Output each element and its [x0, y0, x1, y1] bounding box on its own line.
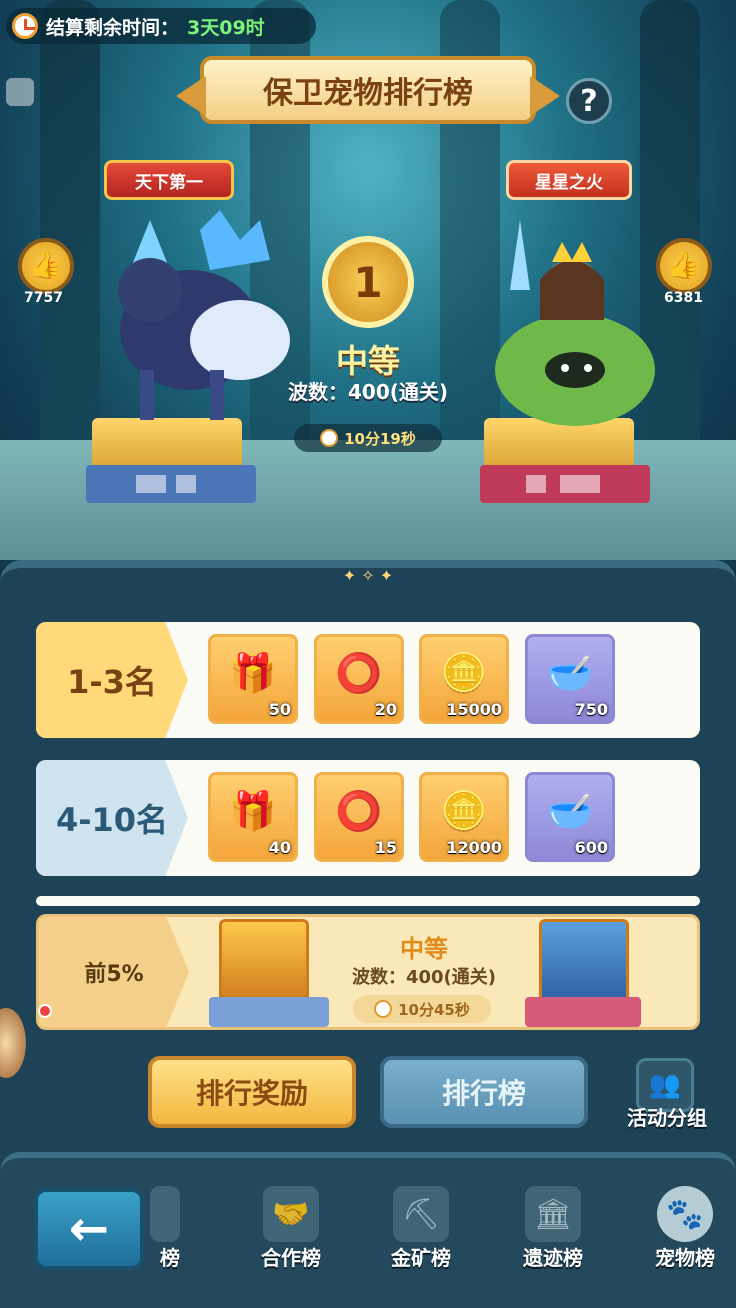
- player-nameplate-right: [480, 465, 650, 503]
- item-count: 12000: [446, 838, 502, 857]
- center-time-value: 10分19秒: [344, 429, 416, 448]
- timer-value: 3天09时: [187, 16, 265, 39]
- avatar-nameplate-right: [525, 997, 641, 1027]
- like-count-left: 7757: [24, 290, 63, 306]
- side-menu-icon[interactable]: [6, 78, 34, 106]
- pet-collar-icon: ⭕: [335, 789, 383, 833]
- item-count: 750: [574, 700, 608, 719]
- pet-food-item[interactable]: 🥣 600: [525, 772, 615, 862]
- clock-icon: [320, 429, 339, 447]
- nav-item-partial[interactable]: 榜: [130, 1186, 200, 1286]
- pet-coin-item[interactable]: 🪙 12000: [419, 772, 509, 862]
- nav-item-label: 合作榜: [261, 1246, 321, 1270]
- center-wave: 波数：400(通关): [287, 380, 449, 404]
- nav-item-label: 榜: [160, 1246, 180, 1270]
- item-count: 15: [374, 838, 397, 857]
- nav-item-gold-mine[interactable]: ⛏ 金矿榜: [366, 1186, 476, 1286]
- pet-collar-icon: ⭕: [335, 651, 383, 695]
- nav-item-coop[interactable]: 🤝 合作榜: [236, 1186, 346, 1286]
- help-button[interactable]: ?: [566, 78, 612, 124]
- my-rank-label: 前5%: [39, 917, 189, 1027]
- panel-divider-ornament: ✦ ✧ ✦: [342, 566, 394, 585]
- settlement-timer: 结算剩余时间： 3天09时: [6, 8, 316, 44]
- notification-dot: [38, 1004, 52, 1018]
- center-time: 10分19秒: [294, 424, 442, 452]
- my-time: 10分45秒: [353, 995, 491, 1023]
- nav-item-icon: [150, 1186, 180, 1242]
- thumbs-up-icon: 👍: [29, 251, 63, 281]
- pet-coin-icon: 🪙: [440, 651, 488, 695]
- title-ribbon-left: 天下第一: [104, 160, 234, 200]
- treasure-chest-item[interactable]: 🎁 50: [208, 634, 298, 724]
- nav-item-label: 金矿榜: [391, 1246, 451, 1270]
- ruins-icon: 🏛: [525, 1186, 581, 1242]
- item-count: 50: [268, 700, 291, 719]
- clock-icon: [374, 1000, 393, 1018]
- like-button-left[interactable]: 👍: [18, 238, 74, 294]
- item-count: 40: [268, 838, 291, 857]
- treasure-chest-icon: 🎁: [229, 651, 277, 695]
- clock-icon: [12, 13, 38, 39]
- my-wave: 波数：400(通关): [351, 967, 497, 988]
- treasure-chest-icon: 🎁: [229, 789, 277, 833]
- item-count: 600: [574, 838, 608, 857]
- reward-row-label: 1-3名: [36, 622, 188, 738]
- my-time-value: 10分45秒: [398, 1000, 470, 1019]
- reward-row-4-10: 4-10名 🎁 40 ⭕ 15 🪙 12000 🥣 600: [36, 760, 700, 876]
- nav-item-label: 遗迹榜: [523, 1246, 583, 1270]
- page-title: 保卫宠物排行榜: [200, 56, 536, 124]
- rank-medal: 1: [322, 236, 414, 328]
- reward-row-1-3: 1-3名 🎁 50 ⭕ 20 🪙 15000 🥣 750: [36, 622, 700, 738]
- mine-cart-icon: ⛏: [393, 1186, 449, 1242]
- item-count: 15000: [446, 700, 502, 719]
- pet-food-item[interactable]: 🥣 750: [525, 634, 615, 724]
- pet-collar-item[interactable]: ⭕ 15: [314, 772, 404, 862]
- activity-group-label[interactable]: 活动分组: [612, 1102, 722, 1131]
- nav-item-ruins[interactable]: 🏛 遗迹榜: [498, 1186, 608, 1286]
- my-grade: 中等: [400, 935, 448, 963]
- reward-row-label: 4-10名: [36, 760, 188, 876]
- ranking-tab-button[interactable]: 排行榜: [380, 1056, 588, 1128]
- pet-collar-item[interactable]: ⭕ 20: [314, 634, 404, 724]
- nav-item-pet[interactable]: 🐾 宠物榜: [630, 1186, 736, 1286]
- treasure-chest-item[interactable]: 🎁 40: [208, 772, 298, 862]
- reward-tab-button[interactable]: 排行奖励: [148, 1056, 356, 1128]
- reward-row-partial: [36, 896, 700, 906]
- player-nameplate-left: [86, 465, 256, 503]
- my-rank-row: 前5% 中等 波数：400(通关) 10分45秒: [36, 914, 700, 1030]
- handshake-icon: 🤝: [263, 1186, 319, 1242]
- title-ribbon-right: 星星之火: [506, 160, 632, 200]
- pet-food-bowl-icon: 🥣: [546, 651, 594, 695]
- nav-item-label: 宠物榜: [655, 1246, 715, 1270]
- pet-food-bowl-icon: 🥣: [546, 789, 594, 833]
- pet-coin-item[interactable]: 🪙 15000: [419, 634, 509, 724]
- paw-icon: 🐾: [657, 1186, 713, 1242]
- timer-label: 结算剩余时间：: [46, 16, 180, 39]
- pet-coin-icon: 🪙: [440, 789, 488, 833]
- back-button[interactable]: ←: [34, 1188, 144, 1270]
- avatar-nameplate-left: [209, 997, 329, 1027]
- item-count: 20: [374, 700, 397, 719]
